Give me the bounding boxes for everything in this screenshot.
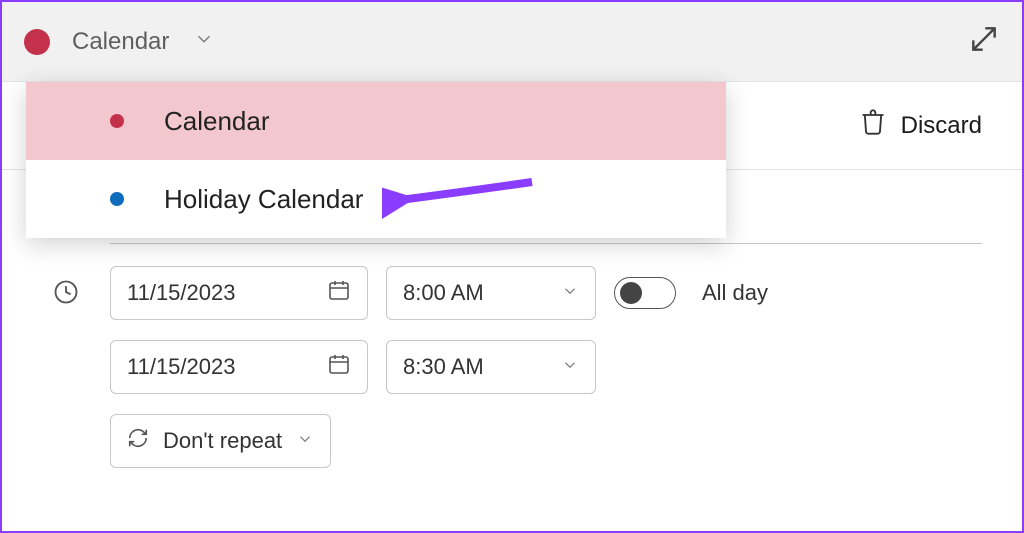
chevron-down-icon	[561, 354, 579, 380]
end-time-value: 8:30 AM	[403, 354, 484, 380]
start-time-field[interactable]: 8:00 AM	[386, 266, 596, 320]
chevron-down-icon[interactable]	[193, 28, 215, 55]
dropdown-item-calendar[interactable]: Calendar	[26, 82, 726, 160]
repeat-label: Don't repeat	[163, 428, 282, 454]
toggle-knob	[620, 282, 642, 304]
clock-icon	[42, 266, 90, 306]
expand-icon[interactable]	[968, 23, 1000, 60]
trash-icon	[859, 108, 887, 143]
start-date-field[interactable]: 11/15/2023	[110, 266, 368, 320]
calendar-color-dot	[24, 29, 50, 55]
calendar-icon	[327, 278, 351, 308]
dropdown-item-holiday-calendar[interactable]: Holiday Calendar	[26, 160, 726, 238]
discard-label: Discard	[901, 112, 982, 140]
dropdown-item-label: Calendar	[164, 106, 270, 137]
calendar-dropdown: Calendar Holiday Calendar	[26, 82, 726, 238]
start-time-value: 8:00 AM	[403, 280, 484, 306]
dropdown-item-label: Holiday Calendar	[164, 184, 363, 215]
repeat-field[interactable]: Don't repeat	[110, 414, 331, 468]
calendar-color-dot	[110, 192, 124, 206]
start-date-value: 11/15/2023	[127, 280, 235, 306]
header-bar: Calendar	[2, 2, 1022, 82]
chevron-down-icon	[296, 428, 314, 454]
end-time-field[interactable]: 8:30 AM	[386, 340, 596, 394]
end-date-field[interactable]: 11/15/2023	[110, 340, 368, 394]
end-date-value: 11/15/2023	[127, 354, 235, 380]
allday-label: All day	[702, 280, 768, 306]
chevron-down-icon	[561, 280, 579, 306]
calendar-name-label[interactable]: Calendar	[72, 28, 169, 56]
calendar-color-dot	[110, 114, 124, 128]
repeat-icon	[127, 427, 149, 455]
discard-button[interactable]: Discard	[859, 108, 982, 143]
allday-toggle[interactable]	[614, 277, 676, 309]
calendar-icon	[327, 352, 351, 382]
